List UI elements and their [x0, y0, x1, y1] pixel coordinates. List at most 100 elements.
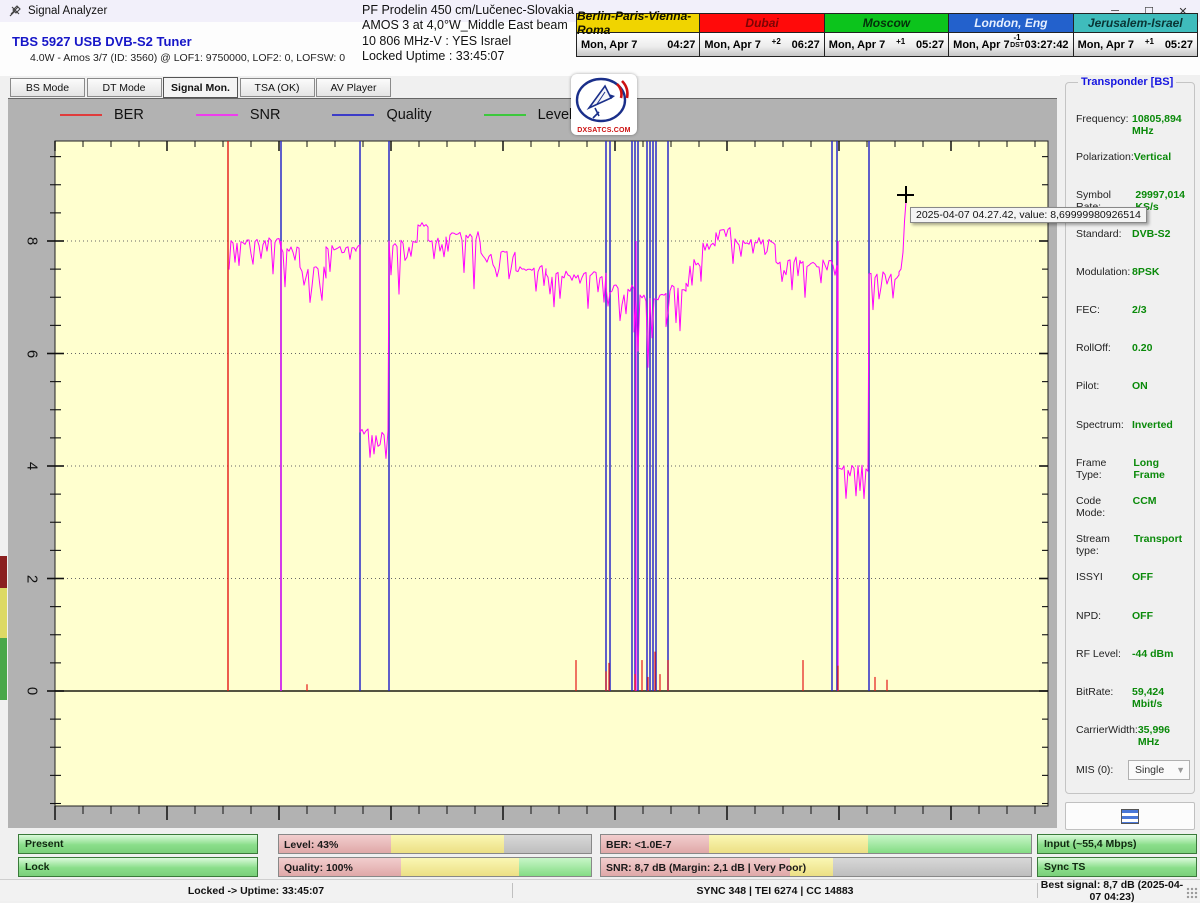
tab-av-player[interactable]: AV Player [316, 78, 391, 97]
legend-line-icon [60, 114, 102, 116]
field-value: DVB-S2 [1132, 228, 1190, 240]
site-line-1: AMOS 3 at 4,0°W_Middle East beam [362, 18, 577, 33]
clock-city: Jerusalem-Israel [1074, 14, 1197, 33]
legend-label: SNR [250, 107, 281, 123]
field-value: 59,424 Mbit/s [1132, 686, 1190, 710]
status-sync-counters: SYNC 348 | TEI 6274 | CC 14883 [513, 885, 1037, 897]
data-tooltip: 2025-04-07 04.27.42, value: 8,6999998092… [910, 207, 1147, 223]
meter-snr: SNR: 8,7 dB (Margin: 2,1 dB | Very Poor) [600, 857, 1032, 877]
field-value: Long Frame [1133, 457, 1190, 481]
world-clocks: Berlin-Paris-Vienna-RomaMon, Apr 704:27D… [576, 13, 1198, 57]
y-axis-label-8: 8 [24, 237, 41, 245]
legend-line-icon [484, 114, 526, 116]
field-bitrate-: BitRate: 59,424 Mbit/s [1076, 686, 1190, 710]
panel-button[interactable] [1065, 802, 1195, 830]
meter-label: SNR: 8,7 dB (Margin: 2,1 dB | Very Poor) [606, 858, 806, 878]
field-carrierwidth-: CarrierWidth:35,996 MHz [1076, 724, 1190, 748]
meter-label: BER: <1.0E-7 [606, 835, 672, 855]
field-standard-: Standard: DVB-S2 [1076, 228, 1190, 240]
field-label: Frequency: [1076, 113, 1129, 137]
chart-legend: BER SNR Quality Level [8, 103, 1057, 127]
field-value: OFF [1132, 571, 1190, 583]
field-value: OFF [1132, 610, 1190, 622]
meter-quality: Quality: 100% [278, 857, 592, 877]
y-axis-label-6: 6 [24, 349, 41, 357]
chevron-down-icon: ▼ [1176, 765, 1185, 775]
field-npd-: NPD: OFF [1076, 610, 1190, 622]
meter-ber: BER: <1.0E-7 [600, 834, 1032, 854]
mis-value: Single [1135, 764, 1164, 776]
transponder-groupbox: Transponder [BS] Frequency:10805,894 MHz… [1065, 82, 1195, 794]
field-value: 2/3 [1132, 304, 1190, 316]
field-value: Inverted [1132, 419, 1190, 431]
field-label: CarrierWidth: [1076, 724, 1138, 748]
signal-monitor-chart: BERSNRQualityLevel 02468 2025-04-07 04.2… [8, 98, 1057, 828]
edge-stripe-red [0, 556, 7, 588]
field-pilot-: Pilot: ON [1076, 380, 1190, 392]
badge-lock: Lock [18, 857, 258, 877]
field-label: Standard: [1076, 228, 1122, 240]
legend-item-level: Level [484, 107, 573, 123]
clock-city: Berlin-Paris-Vienna-Roma [577, 14, 699, 33]
resize-grip[interactable] [1186, 887, 1198, 899]
field-rf-level-: RF Level:-44 dBm [1076, 648, 1190, 660]
crosshair-cursor [897, 186, 914, 203]
field-label: Modulation: [1076, 266, 1130, 278]
mis-dropdown[interactable]: Single ▼ [1128, 760, 1190, 780]
field-value: 10805,894 MHz [1132, 113, 1190, 137]
meter-label: Quality: 100% [284, 858, 353, 878]
tab-signal-mon-[interactable]: Signal Mon. [163, 77, 238, 98]
edge-stripe-green [0, 638, 7, 700]
clock-city: Dubai [700, 14, 823, 33]
transponder-panel: Transponder [BS] Frequency:10805,894 MHz… [1060, 75, 1200, 835]
tab-dt-mode[interactable]: DT Mode [87, 78, 162, 97]
clock-3: London, EngMon, Apr 7-1DST03:27:42 [949, 13, 1073, 57]
transport-list-icon [1121, 809, 1139, 824]
field-label: RF Level: [1076, 648, 1121, 660]
clock-city: London, Eng [949, 14, 1072, 33]
legend-line-icon [196, 114, 238, 116]
meter-level: Level: 43% [278, 834, 592, 854]
field-label: Polarization: [1076, 151, 1134, 163]
status-uptime: Locked -> Uptime: 33:45:07 [0, 885, 512, 897]
field-value: ON [1132, 380, 1190, 392]
mis-label: MIS (0): [1076, 764, 1113, 776]
site-info: PF Prodelin 450 cm/Lučenec-SlovakiaAMOS … [362, 3, 577, 65]
field-label: NPD: [1076, 610, 1101, 622]
field-modulation-: Modulation:8PSK [1076, 266, 1190, 278]
status-bar: Locked -> Uptime: 33:45:07 SYNC 348 | TE… [0, 879, 1200, 901]
tab-tsa-ok-[interactable]: TSA (OK) [240, 78, 315, 97]
field-label: Spectrum: [1076, 419, 1124, 431]
clock-1: DubaiMon, Apr 7+206:27 [700, 13, 824, 57]
field-label: Pilot: [1076, 380, 1099, 392]
legend-item-snr: SNR [196, 107, 281, 123]
header: TBS 5927 USB DVB-S2 Tuner 4.0W - Amos 3/… [0, 22, 1200, 77]
field-value: CCM [1133, 495, 1190, 519]
window-title: Signal Analyzer [28, 5, 107, 17]
field-frame-type-: Frame Type:Long Frame [1076, 457, 1190, 481]
satellite-dish-icon [571, 74, 637, 124]
field-fec-: FEC: 2/3 [1076, 304, 1190, 316]
field-label: RollOff: [1076, 342, 1111, 354]
field-label: FEC: [1076, 304, 1100, 316]
clock-city: Moscow [825, 14, 948, 33]
site-line-0: PF Prodelin 450 cm/Lučenec-Slovakia [362, 3, 577, 18]
legend-item-quality: Quality [332, 107, 431, 123]
clock-2: MoscowMon, Apr 7+105:27 [825, 13, 949, 57]
legend-label: Quality [386, 107, 431, 123]
dxsatcs-logo: DXSATCS.COM [571, 74, 637, 135]
tab-bs-mode[interactable]: BS Mode [10, 78, 85, 97]
field-value: Vertical [1134, 151, 1190, 163]
field-label: BitRate: [1076, 686, 1113, 710]
clock-time-row: Mon, Apr 7+206:27 [700, 33, 823, 56]
clock-time-row: Mon, Apr 7-1DST03:27:42 [949, 33, 1072, 56]
field-rolloff-: RollOff:0.20 [1076, 342, 1190, 354]
field-label: Stream type: [1076, 533, 1134, 557]
chart-canvas[interactable] [8, 99, 1057, 828]
field-issyi: ISSYIOFF [1076, 571, 1190, 583]
legend-item-ber: BER [60, 107, 144, 123]
clock-time-row: Mon, Apr 7+105:27 [1074, 33, 1197, 56]
badge-sync-ts: Sync TS [1037, 857, 1197, 877]
transponder-title: Transponder [BS] [1078, 76, 1176, 88]
field-frequency-: Frequency:10805,894 MHz [1076, 113, 1190, 137]
